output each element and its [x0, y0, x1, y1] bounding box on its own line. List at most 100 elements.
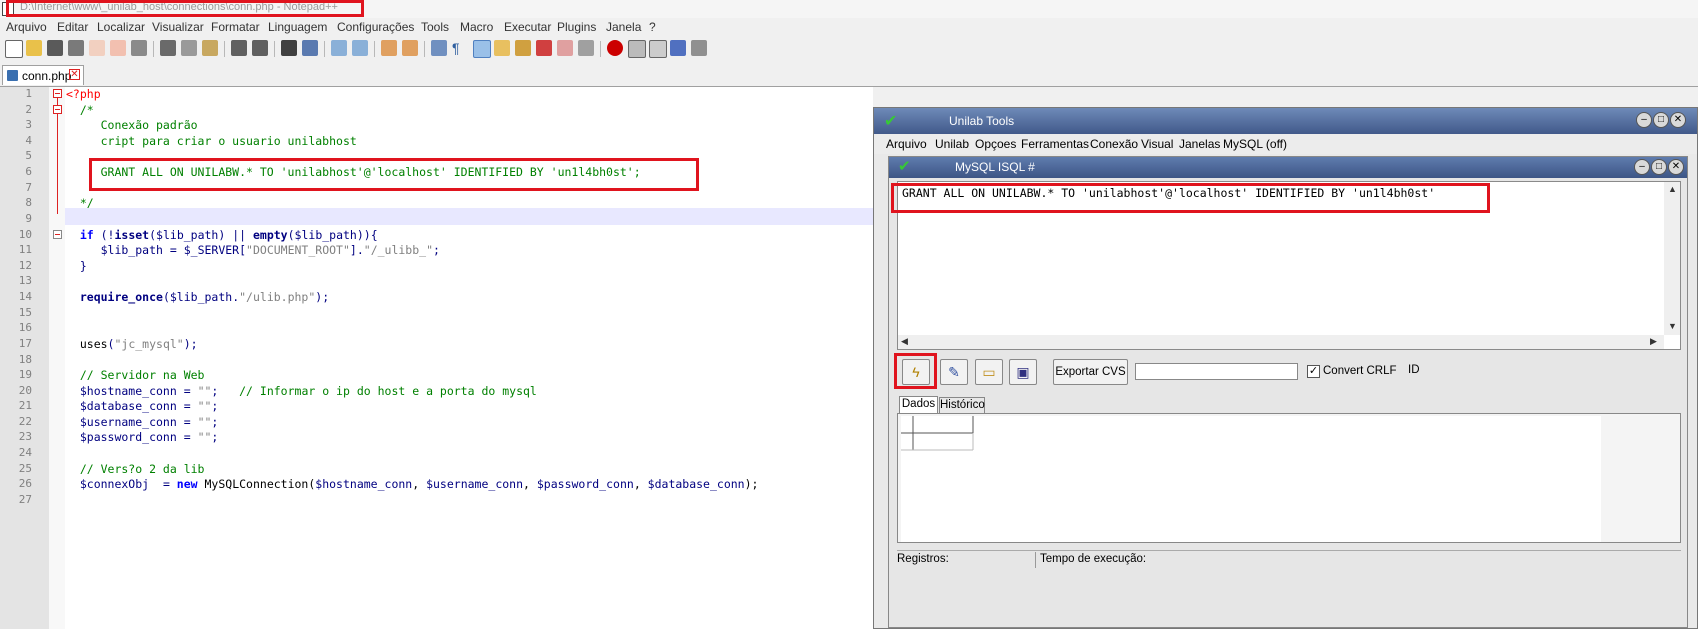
- line-number: 14: [18, 290, 32, 303]
- export-csv-button[interactable]: Exportar CVS: [1053, 359, 1128, 385]
- code-line-2: /*: [66, 103, 94, 117]
- paste-icon[interactable]: [202, 40, 218, 56]
- menu-editar[interactable]: Editar: [57, 20, 88, 34]
- fold-toggle-icon[interactable]: [53, 230, 62, 239]
- fold-toggle-icon[interactable]: [53, 105, 62, 114]
- unilab-menu-arquivo[interactable]: Arquivo: [886, 137, 927, 151]
- menu-configuracoes[interactable]: Configurações: [337, 20, 414, 34]
- menu-executar[interactable]: Executar: [504, 20, 551, 34]
- line-number: 16: [18, 321, 32, 334]
- word-wrap-icon[interactable]: [431, 40, 447, 56]
- close-icon[interactable]: ✕: [1670, 112, 1686, 128]
- horizontal-scrollbar[interactable]: ◀ ▶: [898, 335, 1664, 349]
- scroll-right-icon[interactable]: ▶: [1650, 336, 1657, 347]
- menu-tools[interactable]: Tools: [421, 20, 449, 34]
- unilab-menu-conexao[interactable]: Conexão: [1090, 137, 1138, 151]
- maximize-icon[interactable]: □: [1653, 112, 1669, 128]
- code-line-4: cript para criar o usuario unilabhost: [66, 134, 357, 148]
- line-number: 25: [18, 462, 32, 475]
- undo-icon[interactable]: [231, 40, 247, 56]
- play-macro-icon[interactable]: [649, 40, 667, 58]
- scroll-left-icon[interactable]: ◀: [901, 336, 908, 347]
- redo-icon[interactable]: [252, 40, 268, 56]
- zoom-in-icon[interactable]: [331, 40, 347, 56]
- fold-toggle-icon[interactable]: [53, 89, 62, 98]
- doc-map-icon[interactable]: [494, 40, 510, 56]
- unilab-menu-visual[interactable]: Visual: [1141, 137, 1173, 151]
- tab-close-icon[interactable]: ✕: [69, 69, 80, 80]
- notepadpp-icon[interactable]: [2, 2, 14, 16]
- id-label: ID: [1408, 364, 1420, 376]
- unilab-menu-janelas[interactable]: Janelas: [1179, 137, 1220, 151]
- function-list-icon[interactable]: [515, 40, 531, 56]
- minimize-icon[interactable]: –: [1634, 159, 1650, 175]
- sql-editor[interactable]: GRANT ALL ON UNILABW.* TO 'unilabhost'@'…: [897, 181, 1681, 350]
- menu-janela[interactable]: Janela: [606, 20, 641, 34]
- unilab-menu-ferramentas[interactable]: Ferramentas: [1021, 137, 1089, 151]
- stop-macro-icon[interactable]: [628, 40, 646, 58]
- line-number: 13: [18, 274, 32, 287]
- save-macro-icon[interactable]: [691, 40, 707, 56]
- isql-title: MySQL ISQL #: [955, 160, 1035, 174]
- menu-macro[interactable]: Macro: [460, 20, 493, 34]
- maximize-icon[interactable]: □: [1651, 159, 1667, 175]
- sync-v-icon[interactable]: [381, 40, 397, 56]
- code-editor[interactable]: 1 2 3 4 5 6 7 8 9 10 11 12 13 14 15 16 17 18 19 20 21 22 23 24 2…: [0, 87, 873, 629]
- menu-visualizar[interactable]: Visualizar: [152, 20, 204, 34]
- results-grid-area: [897, 413, 1681, 543]
- menu-help[interactable]: ?: [649, 20, 656, 34]
- save-all-icon[interactable]: [68, 40, 84, 56]
- menu-arquivo[interactable]: Arquivo: [6, 20, 47, 34]
- replace-icon[interactable]: [302, 40, 318, 56]
- copy-icon[interactable]: [181, 40, 197, 56]
- tab-dados[interactable]: Dados: [899, 396, 938, 413]
- execute-lightning-icon[interactable]: ϟ: [902, 359, 930, 385]
- code-line-25: // Vers?o 2 da lib: [66, 462, 205, 476]
- unilab-menu-opcoes[interactable]: Opçoes: [975, 137, 1016, 151]
- line-number: 22: [18, 415, 32, 428]
- menu-linguagem[interactable]: Linguagem: [268, 20, 327, 34]
- show-all-chars-icon[interactable]: ¶: [452, 40, 468, 56]
- menu-formatar[interactable]: Formatar: [211, 20, 260, 34]
- close-icon[interactable]: ✕: [1668, 159, 1684, 175]
- edit-icon[interactable]: ✎: [940, 359, 968, 385]
- zoom-out-icon[interactable]: [352, 40, 368, 56]
- new-file-icon[interactable]: [5, 40, 23, 58]
- unilab-menu-unilab[interactable]: Unilab: [935, 137, 969, 151]
- save-icon[interactable]: [47, 40, 63, 56]
- convert-crlf-checkbox[interactable]: ✓: [1307, 365, 1320, 378]
- line-number: 1: [25, 87, 32, 100]
- sync-h-icon[interactable]: [402, 40, 418, 56]
- folder-workspace-icon[interactable]: [536, 40, 552, 56]
- close-icon[interactable]: [89, 40, 105, 56]
- status-exec-time: Tempo de execução:: [1040, 553, 1147, 565]
- find-icon[interactable]: [281, 40, 297, 56]
- run-multiple-icon[interactable]: [670, 40, 686, 56]
- code-line-1: <?php: [66, 87, 101, 101]
- scroll-up-icon[interactable]: ▲: [1668, 184, 1677, 194]
- open-file-icon[interactable]: [26, 40, 42, 56]
- eye-icon[interactable]: [578, 40, 594, 56]
- indent-guide-icon[interactable]: [473, 40, 491, 58]
- code-line-19: // Servidor na Web: [66, 368, 205, 382]
- line-number: 17: [18, 337, 32, 350]
- record-macro-icon[interactable]: [607, 40, 623, 56]
- monitor-icon[interactable]: [557, 40, 573, 56]
- menu-plugins[interactable]: Plugins: [557, 20, 596, 34]
- line-number: 10: [18, 228, 32, 241]
- save-disk-icon[interactable]: ▣: [1009, 359, 1037, 385]
- tab-historico[interactable]: Histórico: [939, 397, 985, 413]
- close-all-icon[interactable]: [110, 40, 126, 56]
- print-icon[interactable]: [131, 40, 147, 56]
- open-folder-icon[interactable]: ▭: [975, 359, 1003, 385]
- cut-icon[interactable]: [160, 40, 176, 56]
- results-grid[interactable]: [901, 416, 1601, 542]
- minimize-icon[interactable]: –: [1636, 112, 1652, 128]
- line-number: 4: [25, 134, 32, 147]
- menu-localizar[interactable]: Localizar: [97, 20, 145, 34]
- vertical-scrollbar[interactable]: ▲ ▼: [1664, 182, 1680, 335]
- scroll-down-icon[interactable]: ▼: [1668, 321, 1677, 331]
- export-input[interactable]: [1135, 363, 1298, 380]
- unilab-menu-mysql[interactable]: MySQL (off): [1223, 137, 1287, 151]
- tab-conn-php[interactable]: conn.php ✕: [2, 65, 84, 85]
